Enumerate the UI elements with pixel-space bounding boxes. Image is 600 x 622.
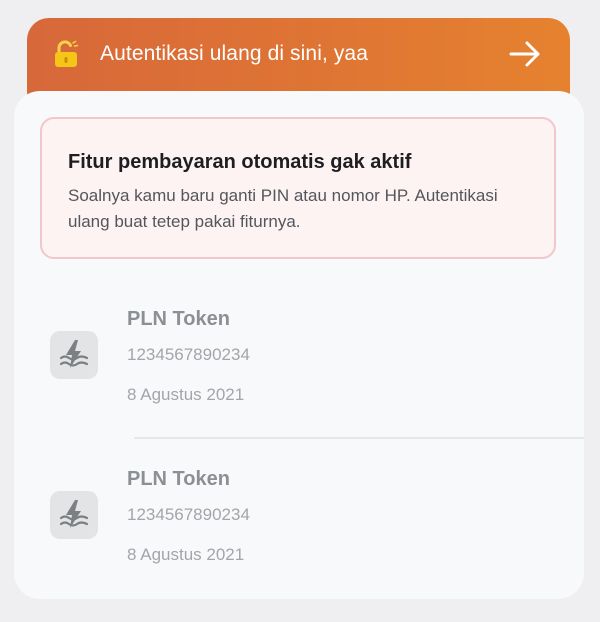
bill-name: PLN Token — [127, 468, 230, 490]
reauth-banner-row[interactable]: Autentikasi ulang di sini, yaa — [27, 18, 570, 92]
bill-date: 8 Agustus 2021 — [127, 545, 245, 564]
alert-message: Soalnya kamu baru ganti PIN atau nomor H… — [68, 186, 498, 231]
reauth-banner-title: Autentikasi ulang di sini, yaa — [100, 42, 368, 65]
arrow-right-icon[interactable] — [508, 40, 542, 68]
autopay-inactive-alert: Fitur pembayaran otomatis gak aktif Soal… — [40, 117, 556, 259]
alert-title: Fitur pembayaran otomatis gak aktif — [68, 151, 412, 173]
list-divider — [134, 437, 584, 439]
pln-electricity-icon — [50, 331, 98, 379]
bill-customer-number: 1234567890234 — [127, 505, 250, 524]
bill-customer-number: 1234567890234 — [127, 345, 250, 364]
bill-list-item[interactable]: PLN Token 1234567890234 8 Agustus 2021 — [14, 286, 584, 426]
bill-date: 8 Agustus 2021 — [127, 385, 245, 404]
bill-list-item[interactable]: PLN Token 1234567890234 8 Agustus 2021 — [14, 446, 584, 586]
pln-electricity-icon — [50, 491, 98, 539]
unlocked-padlock-icon — [55, 40, 79, 67]
autopay-card: Fitur pembayaran otomatis gak aktif Soal… — [14, 91, 584, 599]
bill-name: PLN Token — [127, 308, 230, 330]
